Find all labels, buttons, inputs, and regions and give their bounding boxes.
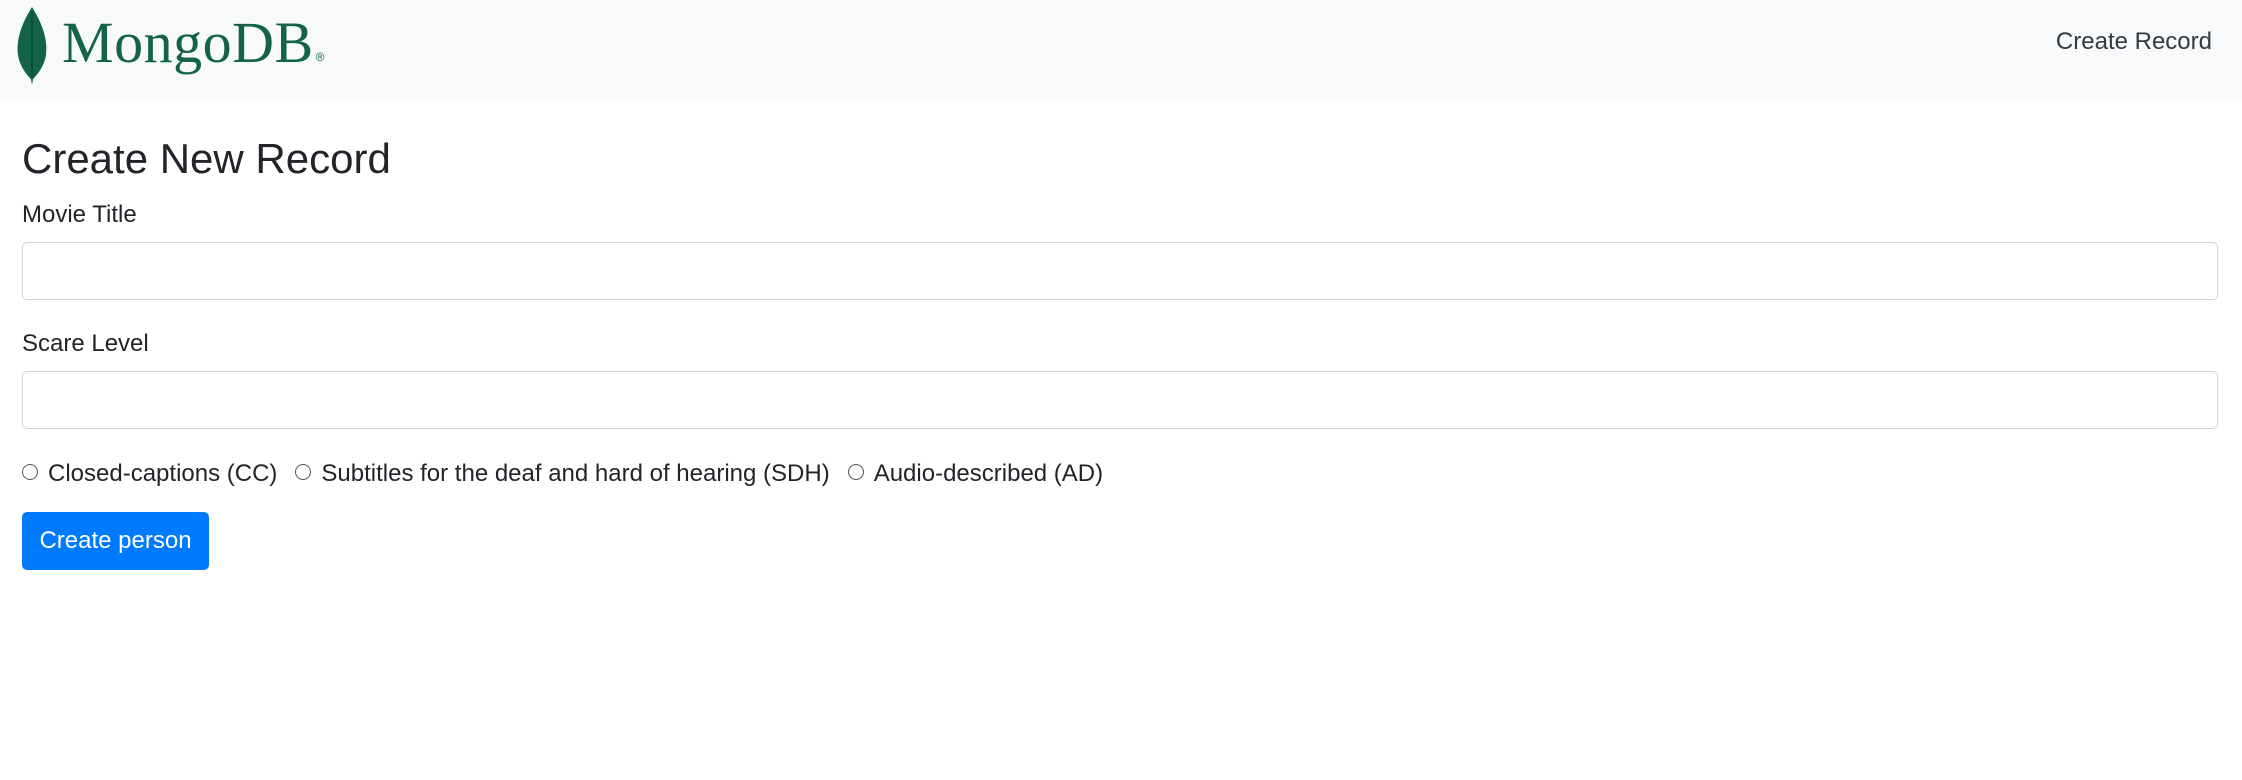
radio-button[interactable]: [295, 464, 312, 480]
navbar: MongoDB ® Create Record: [0, 0, 2242, 101]
registered-mark: ®: [315, 50, 325, 64]
option-label: Audio-described (AD): [873, 460, 1104, 487]
scare-level-input[interactable]: [22, 371, 2218, 429]
option-closed-captions[interactable]: Closed-captions (CC): [22, 460, 277, 488]
option-audio-described[interactable]: Audio-described (AD): [847, 460, 1104, 488]
radio-button[interactable]: [847, 464, 864, 480]
brand-name: MongoDB: [62, 10, 314, 75]
option-label: Subtitles for the deaf and hard of heari…: [321, 460, 830, 487]
movie-title-label: Movie Title: [22, 201, 137, 228]
mongodb-leaf-icon: [17, 7, 47, 85]
movie-title-input[interactable]: [22, 242, 2218, 300]
option-label: Closed-captions (CC): [48, 460, 278, 487]
create-person-button[interactable]: Create person: [22, 512, 209, 570]
page-title: Create New Record: [22, 135, 391, 182]
create-record-link[interactable]: Create Record: [2056, 28, 2212, 56]
brand-logo-link[interactable]: MongoDB ®: [12, 5, 325, 85]
radio-button[interactable]: [22, 464, 38, 480]
accessibility-options: Closed-captions (CC) Subtitles for the d…: [22, 456, 1121, 492]
scare-level-label: Scare Level: [22, 330, 149, 357]
option-sdh-subtitles[interactable]: Subtitles for the deaf and hard of heari…: [295, 460, 830, 488]
